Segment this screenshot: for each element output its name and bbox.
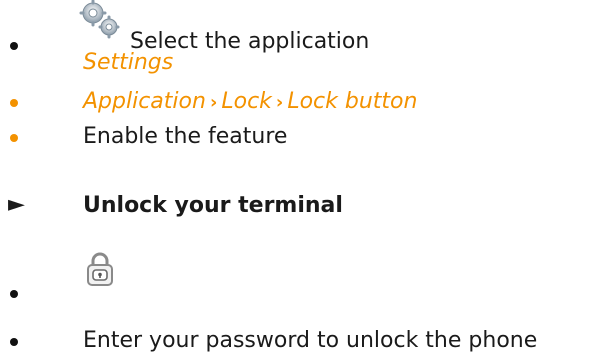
- bullet-black: [10, 338, 18, 346]
- section-title: Unlock your terminal: [83, 193, 343, 218]
- bullet-black: [10, 42, 18, 50]
- settings-app-name: Settings: [83, 50, 174, 75]
- step-enter-password: Enter your password to unlock the phone: [0, 327, 607, 357]
- padlock-icon: [84, 252, 116, 288]
- section-marker-icon: ►: [8, 192, 25, 217]
- path-application: Application: [83, 89, 206, 114]
- path-lock: Lock: [221, 89, 272, 114]
- step-menu-path: Application › Lock › Lock button: [0, 88, 607, 118]
- path-separator-icon: ›: [275, 92, 284, 113]
- bullet-black: [10, 290, 18, 298]
- bullet-orange: [10, 134, 18, 142]
- section-heading: ► Unlock your terminal: [0, 190, 607, 222]
- menu-path: Application › Lock › Lock button: [83, 88, 417, 117]
- bullet-orange: [10, 99, 18, 107]
- path-separator-icon: ›: [209, 92, 218, 113]
- gears-icon: [76, 0, 126, 40]
- step-text: Enter your password to unlock the phone: [83, 328, 538, 353]
- step-padlock: [0, 252, 607, 302]
- path-lock-button: Lock button: [287, 89, 418, 114]
- step-enable: Enable the feature: [0, 123, 607, 153]
- step-select-settings: Select the application Settings: [0, 0, 607, 75]
- step-text: Enable the feature: [83, 124, 288, 149]
